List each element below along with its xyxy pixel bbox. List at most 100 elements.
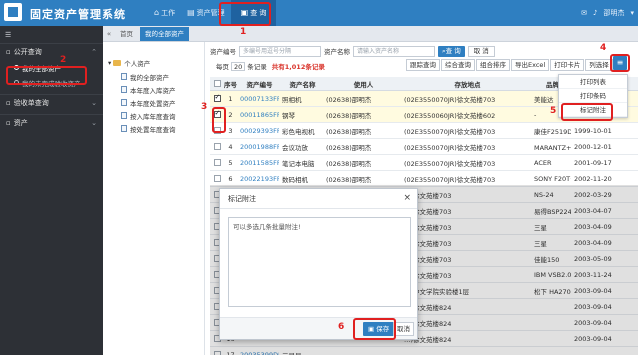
tab-scroll-left-icon[interactable]: « [103, 30, 115, 38]
asset-tree: ▾ 个人资产 我的全部资产 本年度入库资产 本年度处置资产 按入库年度查询 按处… [103, 42, 205, 355]
table-row[interactable]: 3 00029393FF 彩色电视机 (02638)邵明杰 (02E3550070JR)… [210, 123, 638, 139]
select-all-checkbox[interactable] [213, 80, 221, 87]
menu-icon[interactable]: ☰ [5, 31, 11, 39]
annotation-box-3 [212, 107, 226, 133]
row-asset-code[interactable]: 00029393FF [237, 123, 279, 138]
tree-root[interactable]: ▾ 个人资产 [103, 56, 204, 70]
page-size: 每页 20 条记录 共有1,012条记录 [216, 61, 325, 71]
row-user: (02638)邵明杰 [326, 111, 372, 120]
per-page-unit: 条记录 [247, 63, 267, 71]
table-row[interactable]: 5 20011585FF 笔记本电脑 (02638)邵明杰 (02E3550070JR)… [210, 155, 638, 171]
row-no: 1 [228, 94, 233, 103]
nav-work[interactable]: ⌂ 工作 [148, 0, 181, 26]
row-checkbox[interactable] [213, 159, 221, 166]
collapse-icon[interactable]: ▾ [108, 59, 111, 67]
row-date: 2002-11-20 [574, 174, 612, 183]
total-records: 共有1,012条记录 [271, 63, 325, 71]
close-icon[interactable]: × [403, 193, 411, 203]
sidebar-group-public-query[interactable]: ▫ 公开查询 ⌃ [0, 44, 103, 60]
annotation-number-6: 6 [338, 322, 345, 332]
header-place[interactable]: 存放地点 [401, 77, 531, 90]
row-place: (02E3550070JR)徐文苑楼703 [404, 127, 496, 136]
annotation-number-4: 4 [600, 43, 607, 53]
header-user[interactable]: 使用人 [323, 77, 401, 90]
user-dropdown-icon[interactable]: ▾ [630, 9, 634, 17]
cancel-search-button[interactable]: 取 消 [467, 45, 495, 57]
cancel-button[interactable]: 取消 [393, 322, 414, 336]
row-place: (02E3550070JR)徐文苑楼703 [404, 175, 496, 184]
row-asset-name: 照相机 [282, 95, 302, 104]
user-name[interactable]: 邵明杰 [603, 8, 624, 18]
tab-my-all-assets[interactable]: 我的全部资产 [140, 26, 189, 41]
row-checkbox-cell[interactable] [210, 171, 224, 186]
mail-icon[interactable]: ✉ [581, 9, 587, 17]
menu-print-barcode[interactable]: 打印条码 [559, 89, 627, 103]
header-select[interactable] [210, 77, 224, 90]
tree-node-my-all-assets[interactable]: 我的全部资产 [103, 70, 204, 83]
export-excel-button[interactable]: 导出Excel [511, 59, 550, 71]
tab-bar: « 首页 我的全部资产 [103, 26, 638, 42]
file-icon [121, 112, 127, 119]
row-brand: SONY F20T+128M+FX [534, 174, 571, 183]
tree-node-year-disposal[interactable]: 本年度处置资产 [103, 96, 204, 109]
bell-icon[interactable]: ♪ [593, 9, 597, 17]
sidebar-group-acceptance-query[interactable]: ▫ 验收单查询 ⌄ [0, 94, 103, 110]
print-card-button[interactable]: 打印卡片 [550, 59, 585, 71]
file-icon [121, 99, 127, 106]
asset-code-input[interactable]: 多编号用逗号分隔 [239, 45, 321, 57]
row-date: 2001-09-17 [574, 158, 612, 167]
combined-query-button[interactable]: 综合查询 [441, 59, 475, 71]
row-checkbox[interactable] [213, 143, 221, 150]
sidebar-group-assets[interactable]: ▫ 资产 ⌄ [0, 114, 103, 130]
row-user: (02638)邵明杰 [326, 175, 372, 184]
tree-node-year-in[interactable]: 本年度入库资产 [103, 83, 204, 96]
column-select-button[interactable]: 列选择 [585, 59, 613, 71]
annotation-number-1: 1 [240, 27, 247, 37]
row-no: 6 [228, 174, 233, 183]
row-asset-name: 会议功放 [282, 143, 308, 152]
note-textarea[interactable]: 可以多选几条批量附注! [228, 217, 411, 307]
row-asset-name: 钢琴 [282, 111, 295, 120]
tree-node-by-disposal-year[interactable]: 按处置年度查询 [103, 122, 204, 135]
table-row[interactable]: 4 20001988FF 会议功放 (02638)邵明杰 (02E3550070JR)徐… [210, 139, 638, 155]
sidebar-group-label: 公开查询 [13, 48, 42, 56]
row-checkbox-cell[interactable] [210, 155, 224, 170]
query-button[interactable]: ⌕查 询 [438, 45, 465, 57]
tree-node-label: 按处置年度查询 [130, 125, 176, 134]
header-no: 序号 [224, 80, 237, 89]
row-checkbox[interactable] [213, 175, 221, 182]
annotation-box-4 [610, 54, 630, 72]
toolbar: 每页 20 条记录 共有1,012条记录 跟踪查询 综合查询 组合排序 导出Ex… [210, 56, 638, 72]
header-code[interactable]: 资产编号 [237, 77, 279, 90]
tree-node-by-in-year[interactable]: 按入库年度查询 [103, 109, 204, 122]
app-logo [4, 3, 22, 21]
header-name[interactable]: 资产名称 [279, 77, 323, 90]
row-date: 2000-12-01 [574, 142, 612, 151]
track-query-button[interactable]: 跟踪查询 [406, 59, 440, 71]
row-checkbox-cell[interactable] [210, 139, 224, 154]
row-checkbox[interactable] [213, 93, 221, 102]
row-asset-code[interactable]: 00011865FF [237, 107, 279, 122]
row-asset-code[interactable]: 20001988FF [237, 139, 279, 154]
asset-name-label: 资产名称 [324, 48, 350, 56]
row-asset-code[interactable]: 20011585FF [237, 155, 279, 170]
annotation-box-5 [561, 103, 613, 121]
tree-node-label: 我的全部资产 [130, 73, 169, 82]
nav-work-label: 工作 [161, 9, 176, 17]
sidebar-toggle[interactable]: ☰ [0, 26, 103, 44]
file-icon [121, 86, 127, 93]
row-asset-name: 彩色电视机 [282, 127, 315, 136]
row-asset-code[interactable]: 00007133FF [237, 91, 279, 106]
annotation-box-6 [353, 318, 396, 340]
row-checkbox-cell[interactable] [210, 91, 224, 106]
row-asset-code[interactable]: 20022193FF [237, 171, 279, 186]
menu-print-list[interactable]: 打印列表 [559, 75, 627, 89]
asset-icon: ▤ [187, 8, 195, 17]
tab-home[interactable]: 首页 [115, 27, 138, 41]
sidebar-group-label: 资产 [13, 118, 28, 127]
per-page-input[interactable]: 20 [231, 61, 246, 71]
asset-name-input[interactable]: 请输入资产名称 [353, 45, 435, 57]
asset-code-label: 资产编号 [210, 48, 236, 56]
row-place: (02E3550060JR)徐文苑楼602 [404, 111, 496, 120]
sort-button[interactable]: 组合排序 [476, 59, 510, 71]
